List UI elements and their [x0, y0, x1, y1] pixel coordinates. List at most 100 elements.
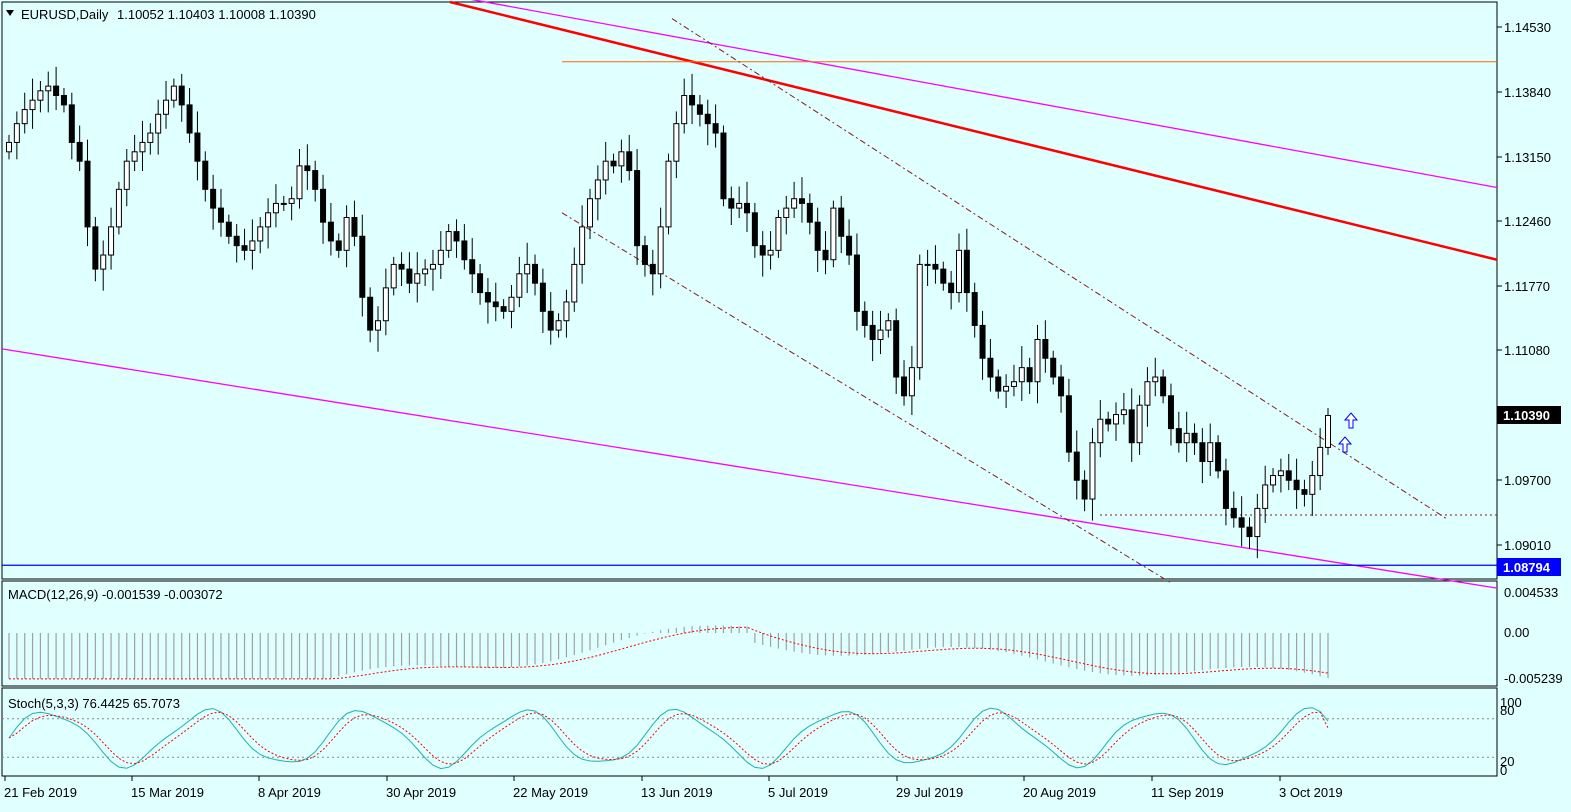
- candle: [1183, 432, 1190, 444]
- time-label: 30 Apr 2019: [386, 785, 456, 800]
- candle: [390, 263, 397, 289]
- candle: [610, 160, 617, 167]
- candle: [37, 90, 44, 101]
- time-label: 21 Feb 2019: [4, 785, 77, 800]
- main-price-panel: [1, 1, 1498, 580]
- candle: [312, 170, 319, 190]
- candle: [1034, 338, 1041, 383]
- candle: [296, 165, 303, 200]
- candle: [351, 216, 358, 237]
- candle: [265, 212, 272, 228]
- candle: [971, 292, 978, 326]
- chart-window[interactable]: EURUSD,Daily 1.10052 1.10403 1.10008 1.1…: [0, 0, 1571, 807]
- candle: [1199, 442, 1206, 462]
- candle: [547, 310, 554, 331]
- candle: [1081, 479, 1088, 500]
- candle: [649, 263, 656, 275]
- candles-layer: [6, 66, 1331, 559]
- time-label: 22 May 2019: [513, 785, 588, 800]
- candle: [422, 268, 429, 275]
- candle: [798, 198, 805, 204]
- symbol-title: EURUSD,Daily: [21, 7, 109, 22]
- candle: [6, 141, 12, 153]
- candle: [1309, 475, 1316, 495]
- candle: [367, 296, 374, 331]
- candle: [955, 249, 962, 294]
- stoch-signal-line: [8, 711, 1329, 765]
- candle: [123, 160, 130, 190]
- candle: [1254, 507, 1261, 538]
- candle: [673, 123, 680, 162]
- candle: [202, 160, 209, 190]
- candle: [791, 198, 798, 209]
- candle: [736, 202, 743, 209]
- candle: [100, 254, 107, 270]
- candle: [13, 123, 20, 143]
- candle: [477, 273, 484, 294]
- candle: [453, 231, 460, 242]
- candle: [618, 151, 625, 167]
- candle: [853, 254, 860, 312]
- candle: [1065, 395, 1072, 453]
- candle: [657, 226, 664, 275]
- price-tick: 1.09010: [1504, 538, 1551, 553]
- current-price-label: 1.10390: [1497, 406, 1561, 424]
- price-tick: 1.13150: [1504, 150, 1551, 165]
- candle: [885, 320, 892, 331]
- candle: [1215, 442, 1222, 472]
- candle: [1160, 376, 1167, 397]
- candle: [131, 151, 138, 162]
- candle: [1277, 470, 1284, 477]
- candle: [147, 132, 154, 143]
- candle: [1317, 446, 1324, 477]
- candle: [1097, 418, 1104, 444]
- candle: [241, 245, 248, 251]
- candle: [979, 324, 986, 359]
- ohlc-readout: 1.10052 1.10403 1.10008 1.10390: [117, 7, 316, 22]
- up-arrow-icon: [1343, 412, 1359, 429]
- candle: [343, 216, 350, 251]
- candle: [1010, 381, 1017, 387]
- dropdown-arrow-icon[interactable]: [6, 10, 14, 16]
- candle: [163, 99, 170, 115]
- candle: [712, 123, 719, 134]
- stoch-main-line: [8, 707, 1329, 770]
- support-price-label: 1.08794: [1497, 558, 1561, 576]
- candle: [1105, 418, 1112, 425]
- candle: [115, 188, 122, 228]
- candle: [963, 249, 970, 294]
- candle: [155, 113, 162, 134]
- candle: [1113, 414, 1120, 425]
- candle: [280, 202, 287, 205]
- candle: [995, 376, 1002, 392]
- candle: [838, 207, 845, 237]
- time-axis: 21 Feb 2019 15 Mar 2019 8 Apr 2019 30 Apr 2…: [4, 776, 1343, 800]
- candle: [924, 263, 931, 266]
- candle: [767, 249, 774, 256]
- candle: [626, 151, 633, 172]
- candle: [1207, 442, 1214, 462]
- candle: [720, 132, 727, 200]
- candle: [940, 268, 947, 284]
- candle: [893, 320, 900, 378]
- candle: [186, 104, 193, 134]
- candle: [210, 188, 217, 209]
- candle: [1073, 451, 1080, 481]
- candle: [45, 85, 52, 92]
- candle: [500, 306, 507, 312]
- eurusd-chart[interactable]: EURUSD,Daily 1.10052 1.10403 1.10008 1.1…: [0, 0, 1571, 807]
- candle: [665, 160, 672, 228]
- candle: [1191, 432, 1198, 444]
- candle: [445, 231, 452, 251]
- candle: [555, 320, 562, 331]
- candle: [108, 226, 115, 256]
- candle: [1270, 475, 1277, 486]
- candle: [1089, 442, 1096, 500]
- price-tick: 1.13840: [1504, 85, 1551, 100]
- candle: [901, 376, 908, 397]
- price-tick: 1.11080: [1504, 343, 1550, 358]
- candle: [594, 179, 601, 200]
- candle: [1003, 385, 1010, 392]
- candle: [382, 287, 389, 322]
- candle: [1293, 479, 1300, 491]
